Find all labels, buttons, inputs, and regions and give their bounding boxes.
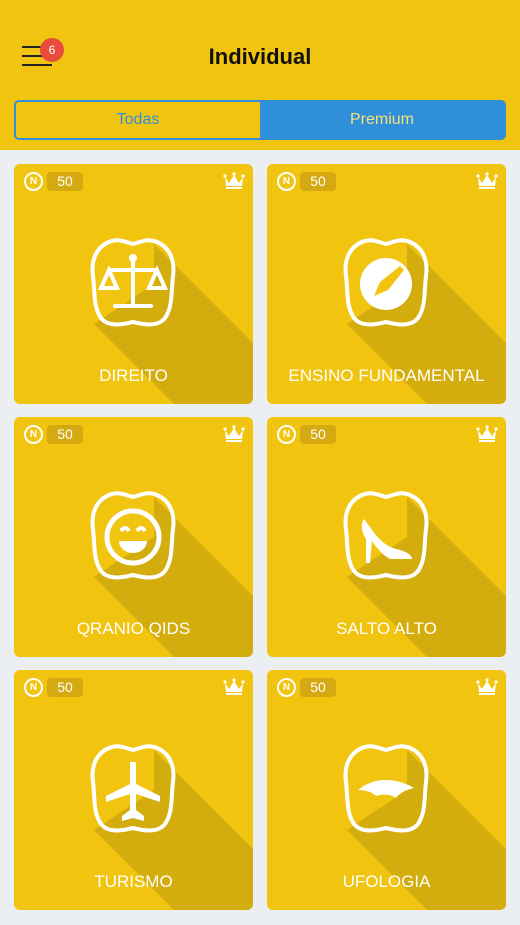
category-label: TURISMO	[94, 872, 173, 891]
ufo-icon	[343, 744, 429, 833]
price-tag: 50	[300, 172, 336, 191]
price-tag: 50	[300, 678, 336, 697]
scales-of-justice-icon	[90, 238, 176, 327]
crown-icon	[223, 678, 245, 695]
pencil-icon	[343, 238, 429, 327]
tab-premium[interactable]: Premium	[260, 102, 504, 138]
category-card-salto-alto[interactable]: N 50 SALTO ALTO	[267, 417, 506, 657]
category-card-ufologia[interactable]: N 50 UFOLOGIA	[267, 670, 506, 910]
coin-icon: N	[277, 678, 296, 697]
crown-icon	[223, 425, 245, 442]
category-card-ensino-fundamental[interactable]: N 50 ENSINO FUNDAMENTAL	[267, 164, 506, 404]
app-header: 6 Individual Todas Premium	[0, 0, 520, 150]
crown-icon	[476, 172, 498, 189]
coin-icon: N	[277, 172, 296, 191]
high-heel-icon	[343, 491, 429, 580]
smiley-face-icon	[90, 491, 176, 580]
coin-icon: N	[24, 678, 43, 697]
category-label: ENSINO FUNDAMENTAL	[288, 366, 485, 385]
filter-tabs: Todas Premium	[14, 100, 506, 140]
category-label: UFOLOGIA	[342, 872, 431, 891]
crown-icon	[476, 678, 498, 695]
price-tag: 50	[47, 172, 83, 191]
tab-todas[interactable]: Todas	[16, 102, 260, 138]
category-card-turismo[interactable]: N 50 TURISMO	[14, 670, 253, 910]
price-tag: 50	[47, 678, 83, 697]
price-tag: 50	[47, 425, 83, 444]
category-card-qranio-qids[interactable]: N 50 QRANIO QIDS	[14, 417, 253, 657]
category-label: QRANIO QIDS	[76, 619, 191, 638]
category-label: SALTO ALTO	[336, 619, 437, 638]
category-label: DIREITO	[99, 366, 168, 385]
crown-icon	[223, 172, 245, 189]
price-tag: 50	[300, 425, 336, 444]
page-title: Individual	[208, 44, 312, 69]
coin-icon: N	[277, 425, 296, 444]
category-card-direito[interactable]: N 50 DIREITO	[14, 164, 253, 404]
crown-icon	[476, 425, 498, 442]
coin-icon: N	[24, 172, 43, 191]
airplane-icon	[90, 744, 176, 833]
coin-icon: N	[24, 425, 43, 444]
